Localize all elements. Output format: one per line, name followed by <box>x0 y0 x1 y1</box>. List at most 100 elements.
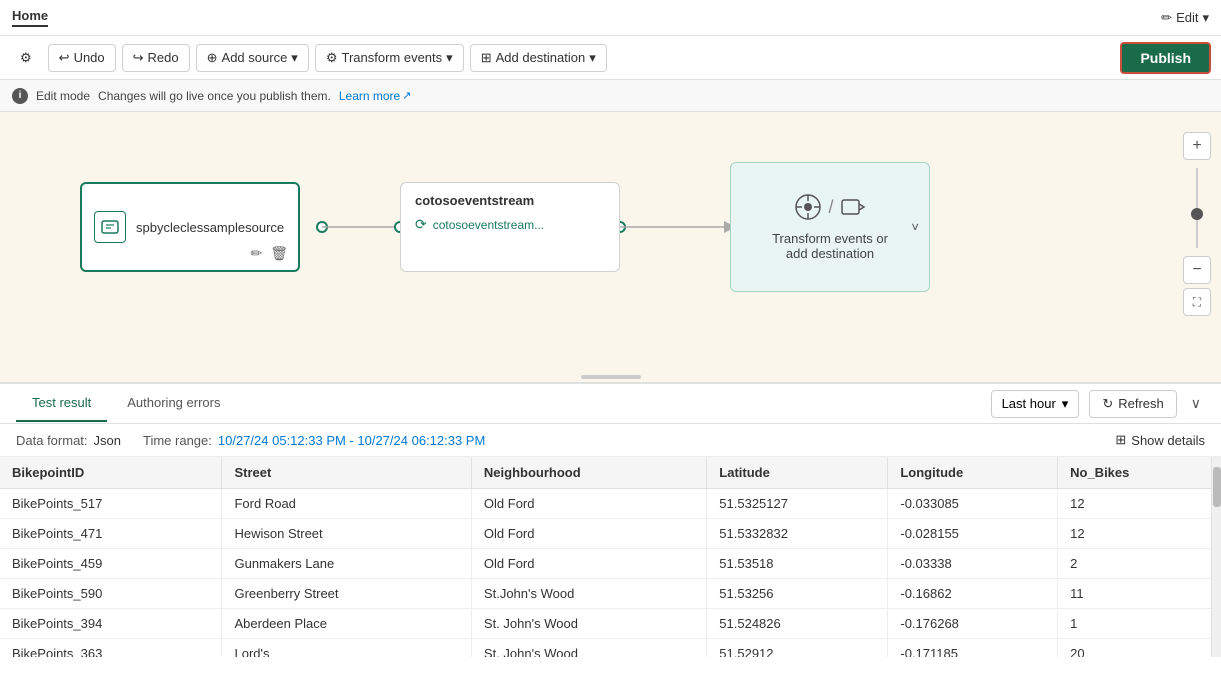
tab-test-result[interactable]: Test result <box>16 385 107 422</box>
node-actions: ✏ 🗑 <box>250 245 288 262</box>
data-format-value: Json <box>94 433 121 448</box>
destination-text: Transform events or add destination <box>772 231 888 261</box>
title-bar: Home ✏ Edit ▾ <box>0 0 1221 36</box>
data-table: BikepointID Street Neighbourhood Latitud… <box>0 457 1221 657</box>
table-cell: 51.5332832 <box>707 519 888 549</box>
home-tab[interactable]: Home <box>12 8 48 27</box>
chevron-down-icon: ▾ <box>1062 396 1069 412</box>
col-header-bikepointid: BikepointID <box>0 457 222 489</box>
edit-mode-label: Edit mode <box>36 89 90 103</box>
edit-button[interactable]: ✏ Edit ▾ <box>1161 10 1209 26</box>
external-link-icon: ↗ <box>402 89 411 102</box>
stream-node-content: ⟳ cotosoeventstream... <box>415 216 605 233</box>
table-cell: -0.176268 <box>888 609 1058 639</box>
bottom-panel: Test result Authoring errors Last hour ▾… <box>0 383 1221 657</box>
table-cell: Old Ford <box>471 549 706 579</box>
table-cell: St. John's Wood <box>471 639 706 658</box>
edit-node-button[interactable]: ✏ <box>250 245 262 262</box>
expand-panel-button[interactable]: ∨ <box>1187 391 1205 416</box>
table-cell: BikePoints_459 <box>0 549 222 579</box>
stream-node[interactable]: cotosoeventstream ⟳ cotosoeventstream... <box>400 182 620 272</box>
publish-button[interactable]: Publish <box>1120 42 1211 74</box>
stream-node-content-label: cotosoeventstream... <box>433 218 544 232</box>
canvas-scrollbar[interactable] <box>0 372 1221 383</box>
table-cell: Old Ford <box>471 489 706 519</box>
details-icon: ⊞ <box>1115 432 1126 448</box>
table-cell: 51.524826 <box>707 609 888 639</box>
undo-icon: ↩ <box>59 50 70 66</box>
flow-area: spbycleclessamplesource ✏ 🗑 <box>0 112 1221 372</box>
delete-node-button[interactable]: 🗑 <box>270 245 288 262</box>
tabs-right: Last hour ▾ ↻ Refresh ∨ <box>991 390 1205 418</box>
table-cell: 51.52912 <box>707 639 888 658</box>
title-bar-right: ✏ Edit ▾ <box>1161 10 1209 26</box>
time-range-label: Time range: <box>143 433 212 448</box>
table-scrollbar[interactable] <box>1211 457 1221 657</box>
undo-button[interactable]: ↩ Undo <box>48 44 116 72</box>
chevron-down-icon: ▾ <box>1202 10 1209 26</box>
transform-events-button[interactable]: ⚙ Transform events ▾ <box>315 44 464 72</box>
zoom-fit-button[interactable]: ⛶ <box>1183 288 1211 316</box>
table-row: BikePoints_363Lord'sSt. John's Wood51.52… <box>0 639 1221 658</box>
col-header-latitude: Latitude <box>707 457 888 489</box>
table-cell: Ford Road <box>222 489 471 519</box>
table-cell: 12 <box>1058 489 1221 519</box>
show-details-button[interactable]: ⊞ Show details <box>1115 432 1205 448</box>
toolbar: ⚙ ↩ Undo ↪ Redo ⊕ Add source ▾ ⚙ Transfo… <box>0 36 1221 80</box>
zoom-in-button[interactable]: + <box>1183 132 1211 160</box>
table-cell: -0.033085 <box>888 489 1058 519</box>
data-table-container: BikepointID Street Neighbourhood Latitud… <box>0 457 1221 657</box>
source-icon <box>94 211 126 243</box>
table-cell: Aberdeen Place <box>222 609 471 639</box>
table-body: BikePoints_517Ford RoadOld Ford51.532512… <box>0 489 1221 658</box>
table-cell: 11 <box>1058 579 1221 609</box>
table-cell: 51.5325127 <box>707 489 888 519</box>
refresh-icon: ↻ <box>1102 396 1113 412</box>
col-header-street: Street <box>222 457 471 489</box>
table-cell: 1 <box>1058 609 1221 639</box>
table-cell: BikePoints_471 <box>0 519 222 549</box>
add-source-icon: ⊕ <box>207 50 218 66</box>
add-source-button[interactable]: ⊕ Add source ▾ <box>196 44 309 72</box>
edit-mode-sub: Changes will go live once you publish th… <box>98 89 331 103</box>
refresh-button[interactable]: ↻ Refresh <box>1089 390 1176 418</box>
tab-authoring-errors[interactable]: Authoring errors <box>111 385 236 422</box>
data-info-left: Data format: Json Time range: 10/27/24 0… <box>16 433 485 448</box>
table-cell: 51.53256 <box>707 579 888 609</box>
data-info-row: Data format: Json Time range: 10/27/24 0… <box>0 424 1221 457</box>
stream-node-title: cotosoeventstream <box>415 193 605 208</box>
table-cell: 2 <box>1058 549 1221 579</box>
table-cell: Old Ford <box>471 519 706 549</box>
info-icon: i <box>12 88 28 104</box>
destination-node[interactable]: / Transform events or add destination ˅ <box>730 162 930 292</box>
title-bar-left: Home <box>12 8 48 27</box>
zoom-controls: + − ⛶ <box>1183 132 1211 316</box>
slash-separator: / <box>828 197 833 218</box>
transform-icon: ⚙ <box>326 50 338 66</box>
toolbar-left: ⚙ ↩ Undo ↪ Redo ⊕ Add source ▾ ⚙ Transfo… <box>10 44 607 72</box>
time-range-dropdown[interactable]: Last hour ▾ <box>991 390 1080 418</box>
zoom-out-button[interactable]: − <box>1183 256 1211 284</box>
redo-icon: ↪ <box>133 50 144 66</box>
tabs-row: Test result Authoring errors Last hour ▾… <box>0 384 1221 424</box>
zoom-slider[interactable] <box>1196 168 1198 248</box>
table-row: BikePoints_459Gunmakers LaneOld Ford51.5… <box>0 549 1221 579</box>
redo-button[interactable]: ↪ Redo <box>122 44 190 72</box>
destination-icon: ⊞ <box>481 50 492 66</box>
pencil-icon: ✏ <box>1161 10 1172 26</box>
table-row: BikePoints_517Ford RoadOld Ford51.532512… <box>0 489 1221 519</box>
table-row: BikePoints_590Greenberry StreetSt.John's… <box>0 579 1221 609</box>
table-cell: -0.16862 <box>888 579 1058 609</box>
table-scroll-thumb <box>1213 467 1221 507</box>
pencil-icon: ✏ <box>250 245 262 261</box>
source-node[interactable]: spbycleclessamplesource ✏ 🗑 <box>80 182 300 272</box>
table-cell: 20 <box>1058 639 1221 658</box>
add-destination-button[interactable]: ⊞ Add destination ▾ <box>470 44 607 72</box>
table-cell: Hewison Street <box>222 519 471 549</box>
settings-button[interactable]: ⚙ <box>10 45 42 71</box>
table-cell: BikePoints_363 <box>0 639 222 658</box>
destination-icons: / <box>794 193 865 221</box>
learn-more-link[interactable]: Learn more ↗ <box>339 89 412 103</box>
table-cell: -0.028155 <box>888 519 1058 549</box>
edit-banner: i Edit mode Changes will go live once yo… <box>0 80 1221 112</box>
